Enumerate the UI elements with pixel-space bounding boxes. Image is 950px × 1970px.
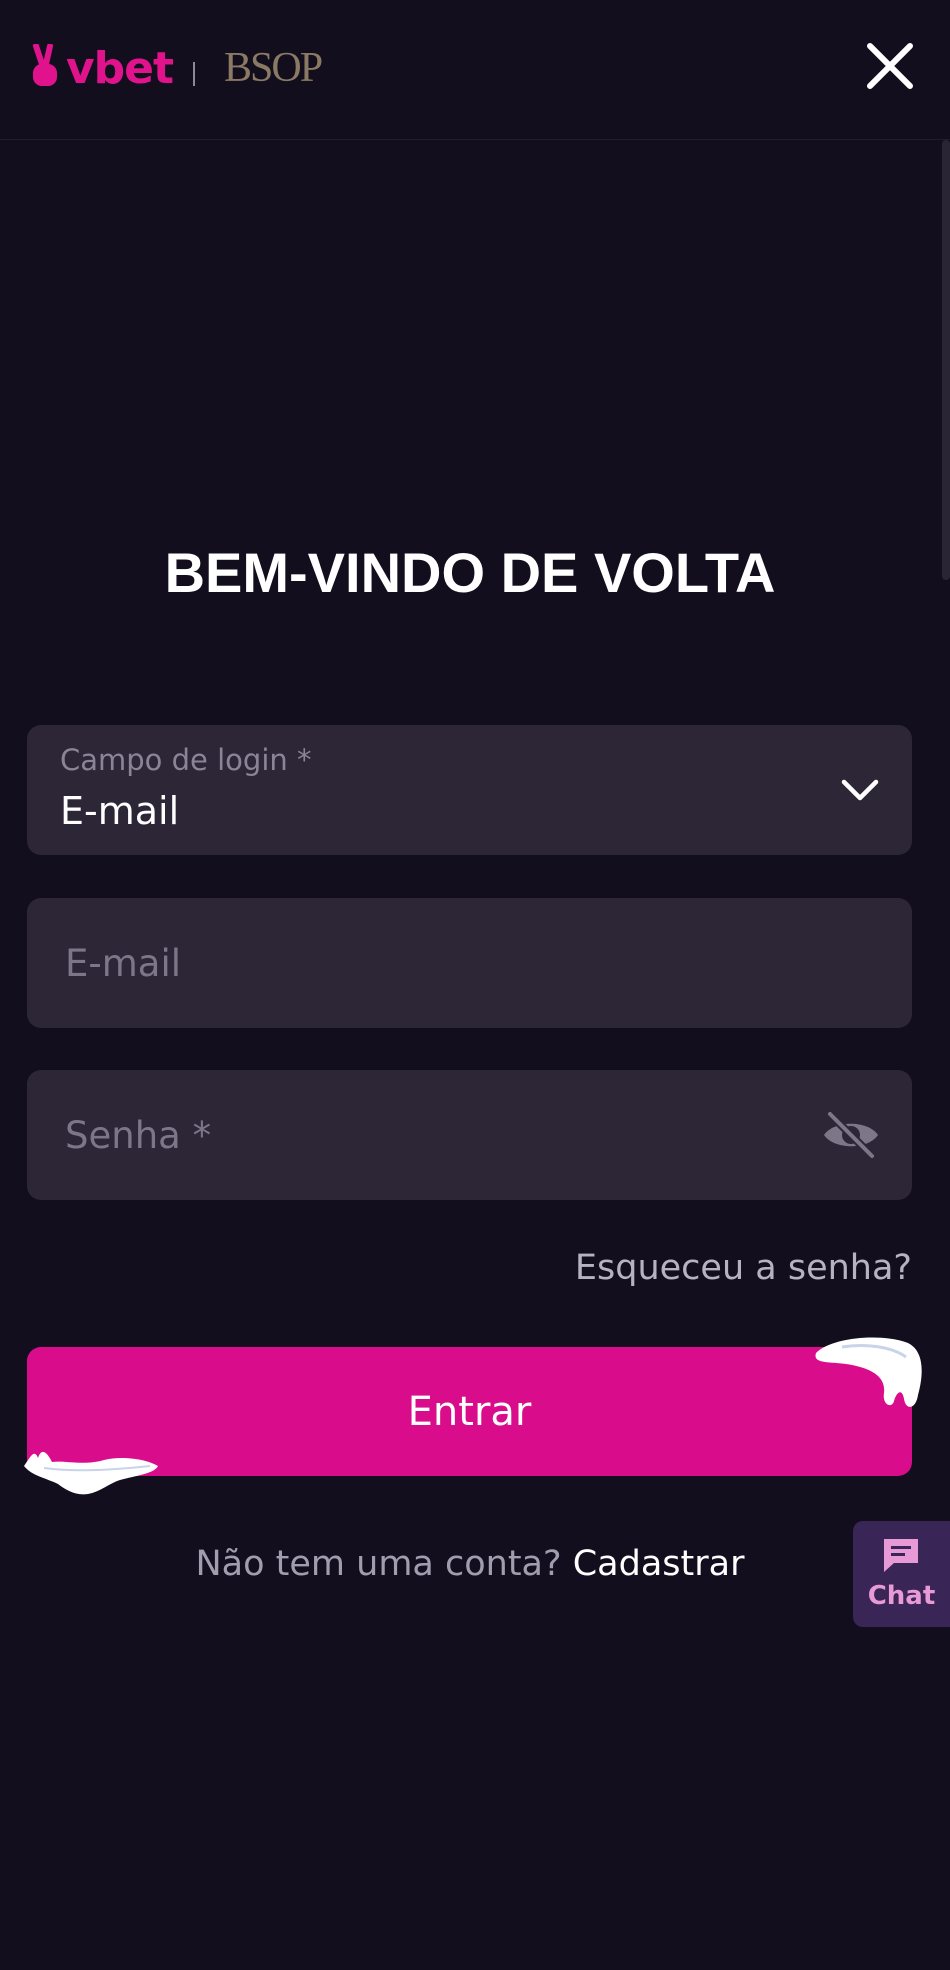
signup-row: Não tem uma conta? Cadastrar (0, 1544, 940, 1584)
page-title: BEM-VINDO DE VOLTA (164, 541, 776, 604)
peace-hand-icon (33, 44, 57, 86)
email-input[interactable] (27, 898, 912, 1028)
password-field-container (27, 1070, 912, 1200)
password-input[interactable] (27, 1070, 912, 1200)
scrollbar[interactable] (942, 140, 950, 580)
close-icon[interactable] (862, 38, 918, 94)
vbet-logo[interactable]: vbet (28, 38, 174, 98)
email-field-container (27, 898, 912, 1028)
header: vbet BSOP (0, 0, 950, 140)
logo-divider (193, 62, 195, 86)
chat-label: Chat (867, 1581, 936, 1611)
chevron-down-icon[interactable] (838, 770, 882, 810)
chat-icon (884, 1539, 918, 1572)
snow-decoration-icon (24, 1451, 158, 1495)
bsop-logo[interactable]: BSOP (224, 46, 323, 90)
signup-link[interactable]: Cadastrar (573, 1544, 745, 1584)
eye-off-icon[interactable] (820, 1108, 882, 1162)
forgot-password-link[interactable]: Esqueceu a senha? (575, 1248, 912, 1288)
login-field-value: E-mail (60, 789, 180, 833)
snow-decoration-icon (815, 1337, 922, 1407)
chat-button[interactable]: Chat (853, 1521, 950, 1627)
login-field-label: Campo de login * (60, 743, 312, 777)
signup-prompt: Não tem uma conta? (195, 1544, 562, 1584)
brand-primary: vbet (66, 42, 174, 94)
login-field-select[interactable]: Campo de login * E-mail (27, 725, 912, 855)
